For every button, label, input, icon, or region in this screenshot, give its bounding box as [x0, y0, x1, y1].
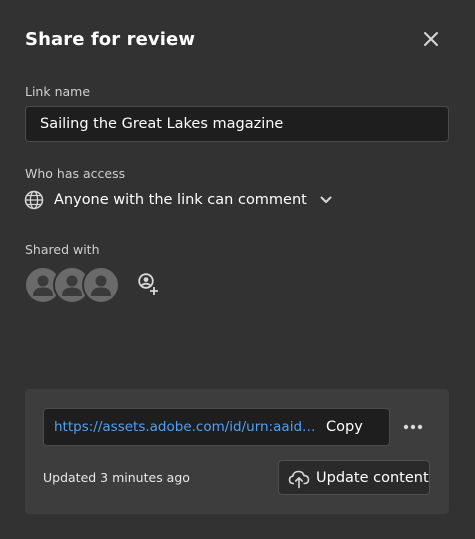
update-content-button[interactable]: Update content: [278, 460, 430, 495]
link-name-label: Link name: [25, 84, 91, 99]
link-name-field[interactable]: Sailing the Great Lakes magazine: [25, 106, 449, 142]
access-label: Who has access: [25, 166, 126, 181]
add-user-button[interactable]: [136, 272, 160, 296]
add-user-icon: [138, 273, 158, 295]
share-link-url[interactable]: https://assets.adobe.com/id/urn:aaid:s..…: [54, 419, 316, 435]
avatar[interactable]: [82, 266, 120, 304]
more-icon: [403, 424, 423, 430]
updated-status: Updated 3 minutes ago: [43, 470, 190, 485]
copy-button[interactable]: Copy: [326, 419, 363, 435]
shared-avatars: [24, 266, 124, 304]
person-icon: [91, 275, 111, 296]
access-dropdown[interactable]: Anyone with the link can comment: [24, 188, 333, 212]
update-content-label: Update content: [316, 469, 429, 486]
dialog-title: Share for review: [25, 29, 196, 50]
share-link-panel: https://assets.adobe.com/id/urn:aaid:s..…: [25, 389, 449, 514]
close-icon: [424, 32, 438, 46]
globe-icon: [24, 190, 44, 210]
chevron-down-icon: [320, 196, 332, 203]
share-link-field[interactable]: https://assets.adobe.com/id/urn:aaid:s..…: [43, 408, 390, 446]
more-options-button[interactable]: [402, 417, 424, 437]
link-name-value: Sailing the Great Lakes magazine: [40, 116, 284, 132]
shared-with-label: Shared with: [25, 242, 100, 257]
access-value: Anyone with the link can comment: [54, 192, 307, 208]
close-button[interactable]: [418, 26, 444, 52]
share-for-review-dialog: Share for review Link name Sailing the G…: [0, 0, 475, 539]
cloud-upload-icon: [288, 470, 310, 488]
